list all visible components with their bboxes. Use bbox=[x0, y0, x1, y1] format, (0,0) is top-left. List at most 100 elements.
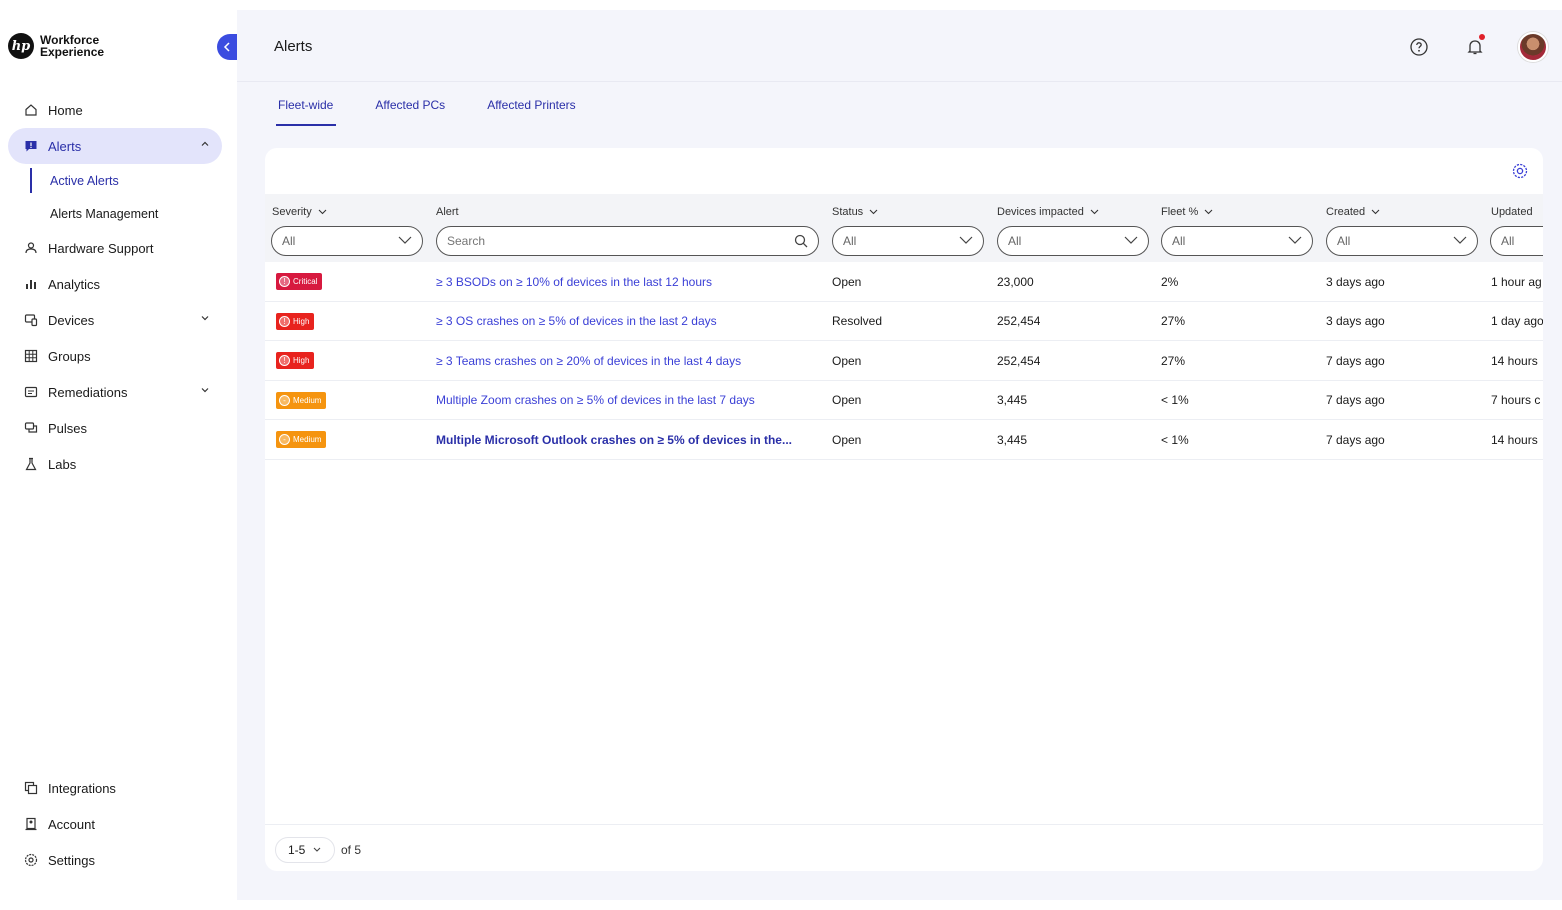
column-header-devices-impacted[interactable]: Devices impacted bbox=[997, 206, 1099, 218]
severity-filter[interactable]: All bbox=[271, 226, 423, 256]
fleet-percent-cell: < 1% bbox=[1161, 393, 1189, 407]
severity-label: High bbox=[293, 316, 310, 326]
status-filter[interactable]: All bbox=[832, 226, 984, 256]
sidebar-item-label: Home bbox=[48, 102, 83, 118]
updated-filter[interactable]: All bbox=[1490, 226, 1543, 256]
tab-affected-pcs[interactable]: Affected PCs bbox=[375, 94, 445, 126]
page-title: Alerts bbox=[274, 38, 313, 55]
remediations-icon bbox=[22, 383, 40, 401]
filter-value: All bbox=[1337, 234, 1351, 248]
bell-icon bbox=[1467, 40, 1483, 55]
page-size-select[interactable]: 1-5 bbox=[275, 837, 335, 863]
alert-link[interactable]: Multiple Zoom crashes on ≥ 5% of devices… bbox=[436, 393, 755, 407]
devices-impacted-filter[interactable]: All bbox=[997, 226, 1149, 256]
column-header-updated[interactable]: Updated bbox=[1491, 206, 1533, 218]
severity-cell: ! Critical bbox=[276, 262, 323, 301]
help-button[interactable] bbox=[1406, 34, 1432, 60]
sidebar-item-label: Remediations bbox=[48, 384, 128, 400]
sidebar-item-home[interactable]: Home bbox=[8, 92, 222, 128]
search-input[interactable] bbox=[447, 234, 747, 248]
devices-impacted-cell: 252,454 bbox=[997, 353, 1041, 368]
chevron-left-icon bbox=[223, 42, 230, 52]
status-cell: Resolved bbox=[832, 314, 883, 328]
column-header-fleet-percent[interactable]: Fleet % bbox=[1161, 206, 1213, 218]
hp-logo-icon: hp bbox=[8, 33, 34, 59]
updated-cell: 1 hour ag bbox=[1491, 274, 1542, 289]
notifications-button[interactable] bbox=[1462, 34, 1488, 60]
alert-cell: ≥ 3 OS crashes on ≥ 5% of devices in the… bbox=[436, 302, 821, 341]
sidebar-item-label: Pulses bbox=[48, 420, 88, 436]
page-range: 1-5 bbox=[288, 843, 306, 857]
alert-link[interactable]: ≥ 3 OS crashes on ≥ 5% of devices in the… bbox=[436, 314, 717, 328]
brand-logo[interactable]: hp Workforce Experience bbox=[8, 33, 120, 59]
severity-label: Medium bbox=[293, 395, 322, 405]
alert-link[interactable]: ≥ 3 BSODs on ≥ 10% of devices in the las… bbox=[436, 275, 712, 289]
sidebar-item-groups[interactable]: Groups bbox=[8, 338, 222, 374]
medium-icon: - bbox=[279, 394, 290, 406]
medium-icon: - bbox=[279, 434, 290, 445]
column-header-alert: Alert bbox=[436, 206, 459, 218]
filter-value: All bbox=[843, 234, 857, 248]
sidebar-item-devices[interactable]: Devices bbox=[8, 302, 222, 338]
status-cell: Open bbox=[832, 274, 862, 289]
sidebar-item-hardware-support[interactable]: Hardware Support bbox=[8, 230, 222, 266]
created-cell: 7 days ago bbox=[1326, 432, 1385, 447]
created-cell: 3 days ago bbox=[1326, 274, 1385, 289]
sidebar-item-integrations[interactable]: Integrations bbox=[8, 770, 222, 806]
sidebar-item-label: Integrations bbox=[48, 780, 116, 796]
column-header-created[interactable]: Created bbox=[1326, 206, 1380, 218]
sidebar-subitem-alerts-management[interactable]: Alerts Management bbox=[8, 197, 222, 230]
sidebar-item-analytics[interactable]: Analytics bbox=[8, 266, 222, 302]
collapse-sidebar-button[interactable] bbox=[217, 34, 237, 60]
severity-label: Critical bbox=[293, 277, 318, 286]
filter-value: All bbox=[1172, 234, 1186, 248]
sidebar: hp Workforce Experience Home Alerts Acti… bbox=[0, 0, 237, 910]
sidebar-item-alerts[interactable]: Alerts bbox=[8, 128, 222, 164]
column-header-severity[interactable]: Severity bbox=[272, 206, 327, 218]
column-label: Created bbox=[1326, 206, 1366, 218]
table-row[interactable]: ! Critical ≥ 3 BSODs on ≥ 10% of devices… bbox=[265, 262, 1543, 302]
avatar[interactable] bbox=[1518, 32, 1548, 62]
devices-icon bbox=[22, 311, 40, 329]
account-icon bbox=[22, 815, 40, 833]
fleet-percent-cell: 27% bbox=[1161, 353, 1186, 368]
chevron-down-icon bbox=[1371, 209, 1380, 215]
critical-icon: ! bbox=[279, 276, 290, 287]
chevron-down-icon bbox=[1288, 236, 1302, 244]
chevron-down-icon bbox=[959, 236, 973, 244]
chevron-down-icon bbox=[1090, 209, 1099, 215]
table-header: Severity All Alert Status All bbox=[265, 194, 1543, 262]
table-row[interactable]: - Medium Multiple Microsoft Outlook cras… bbox=[265, 420, 1543, 460]
alert-link[interactable]: Multiple Microsoft Outlook crashes on ≥ … bbox=[436, 433, 792, 447]
notification-badge bbox=[1479, 34, 1485, 40]
sidebar-item-settings[interactable]: Settings bbox=[8, 842, 222, 878]
tab-fleet-wide[interactable]: Fleet-wide bbox=[275, 94, 337, 126]
chevron-down-icon bbox=[869, 209, 878, 215]
gear-icon bbox=[1512, 163, 1528, 179]
tab-affected-printers[interactable]: Affected Printers bbox=[487, 94, 576, 126]
sidebar-item-account[interactable]: Account bbox=[8, 806, 222, 842]
alerts-table-card: Severity All Alert Status All bbox=[265, 148, 1543, 871]
chevron-down-icon bbox=[318, 209, 327, 215]
filter-value: All bbox=[1501, 234, 1515, 248]
alert-search-field[interactable] bbox=[436, 226, 819, 256]
alert-link[interactable]: ≥ 3 Teams crashes on ≥ 20% of devices in… bbox=[436, 354, 741, 368]
table-row[interactable]: ! High ≥ 3 OS crashes on ≥ 5% of devices… bbox=[265, 302, 1543, 341]
severity-cell: ! High bbox=[276, 341, 315, 380]
sidebar-item-pulses[interactable]: Pulses bbox=[8, 410, 222, 446]
search-icon bbox=[794, 234, 808, 248]
sidebar-item-remediations[interactable]: Remediations bbox=[8, 374, 222, 410]
column-header-status[interactable]: Status bbox=[832, 206, 878, 218]
pulses-icon bbox=[22, 419, 40, 437]
sidebar-subitem-active-alerts[interactable]: Active Alerts bbox=[8, 164, 222, 197]
table-settings-button[interactable] bbox=[1511, 162, 1529, 185]
table-row[interactable]: ! High ≥ 3 Teams crashes on ≥ 20% of dev… bbox=[265, 341, 1543, 381]
sidebar-item-label: Alerts bbox=[48, 138, 82, 154]
created-cell: 3 days ago bbox=[1326, 314, 1385, 328]
created-filter[interactable]: All bbox=[1326, 226, 1478, 256]
table-row[interactable]: - Medium Multiple Zoom crashes on ≥ 5% o… bbox=[265, 381, 1543, 420]
top-bar: Alerts bbox=[237, 10, 1562, 82]
sidebar-item-labs[interactable]: Labs bbox=[8, 446, 222, 482]
fleet-percent-filter[interactable]: All bbox=[1161, 226, 1313, 256]
severity-label: High bbox=[293, 356, 310, 365]
